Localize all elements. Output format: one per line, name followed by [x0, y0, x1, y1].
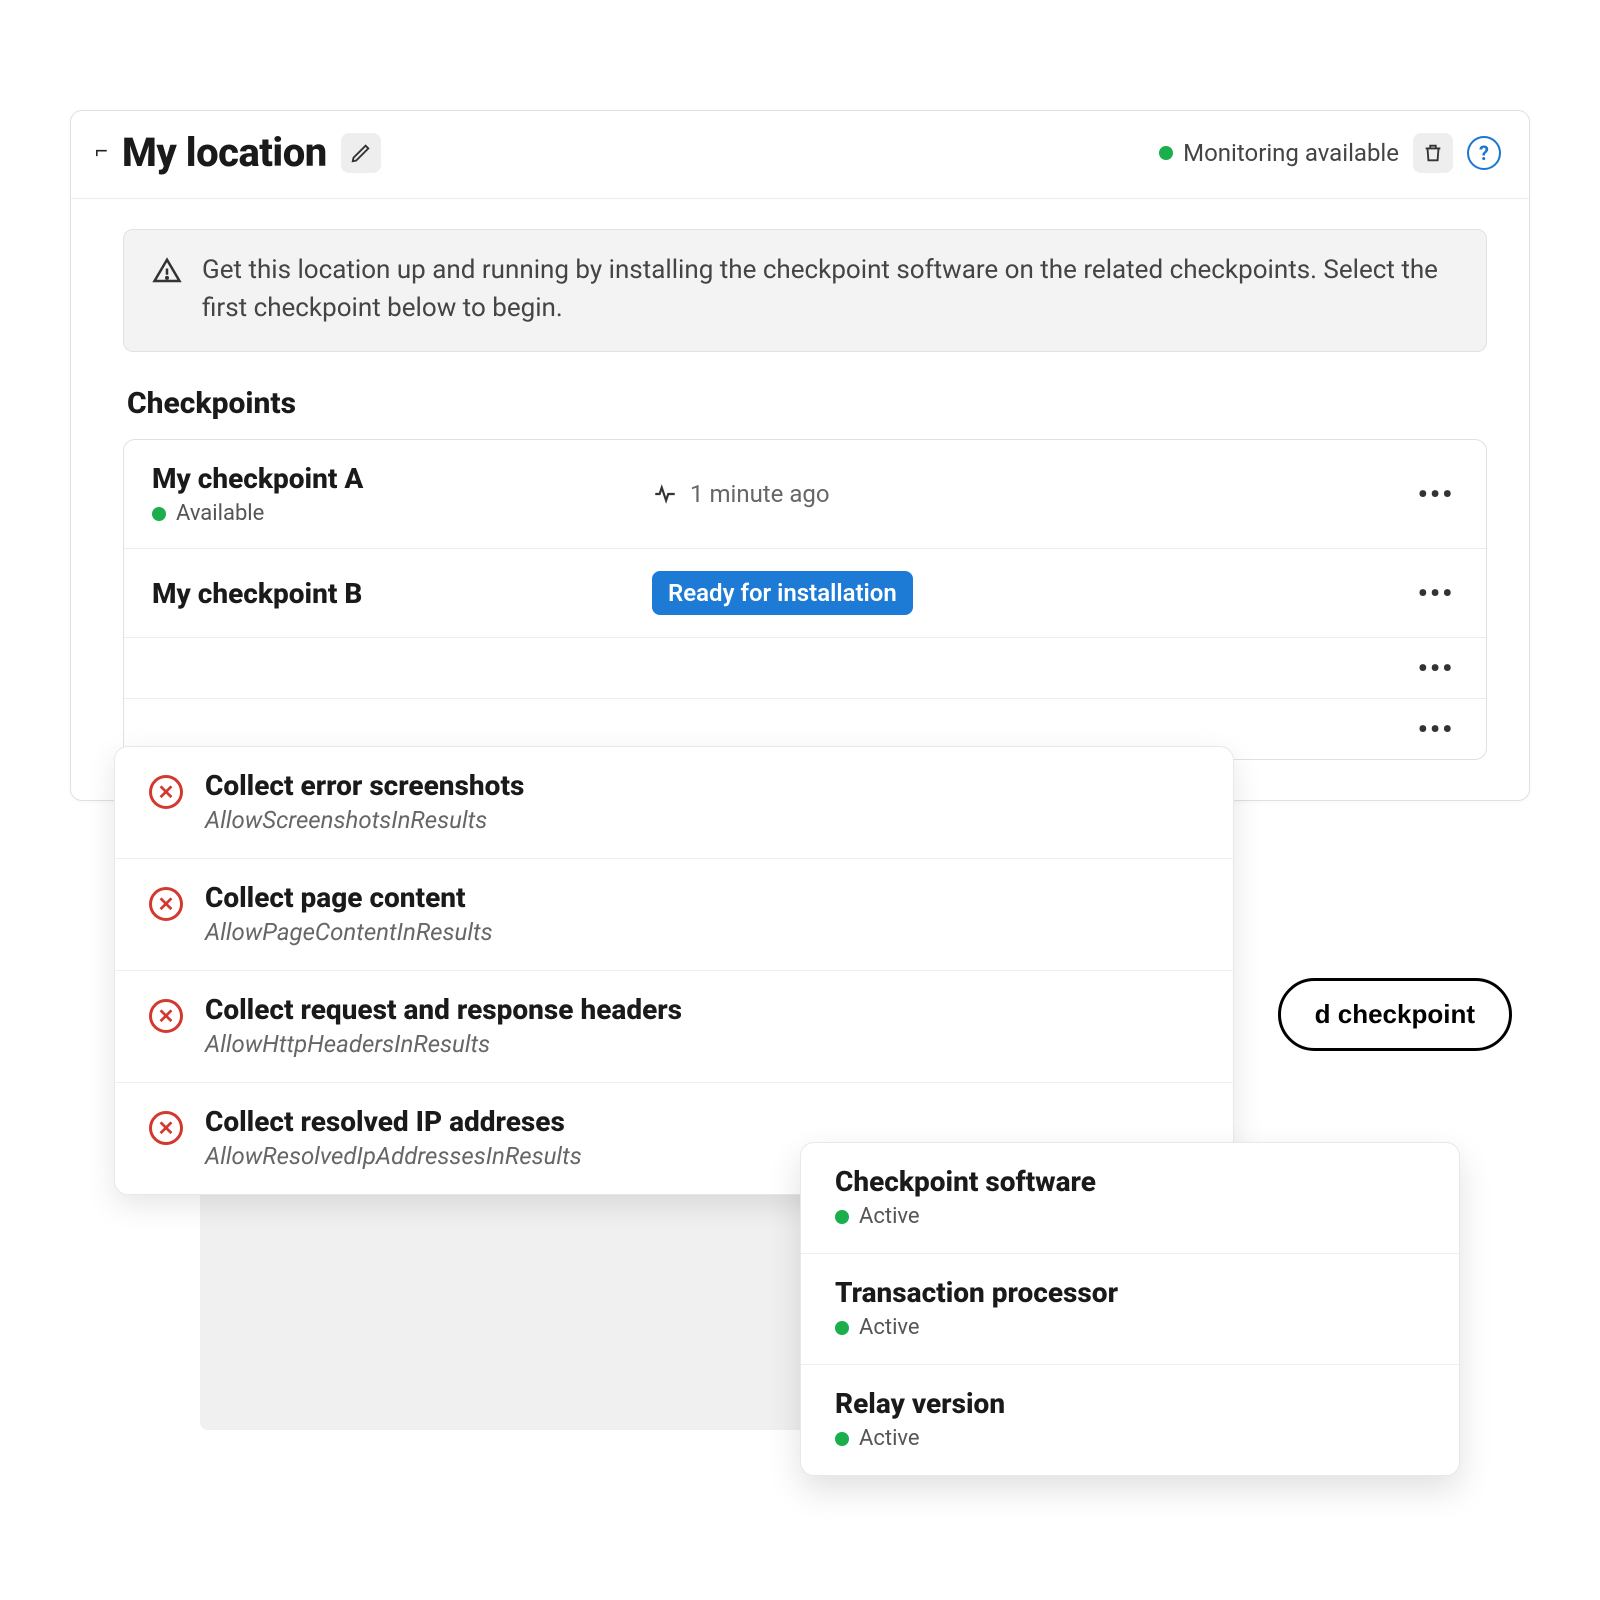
- status-dot-icon: [835, 1432, 849, 1446]
- location-card: ⌐ My location Monitoring available ?: [70, 110, 1530, 801]
- checkpoints-list: My checkpoint A Available 1 minute ago •…: [123, 439, 1487, 760]
- component-status-panel: Checkpoint software Active Transaction p…: [800, 1142, 1460, 1476]
- warning-icon: [152, 256, 182, 286]
- component-status-row: Transaction processor Active: [801, 1254, 1459, 1365]
- checkpoints-heading: Checkpoints: [127, 386, 1487, 421]
- checkpoint-name: My checkpoint A: [152, 462, 632, 495]
- collect-title: Collect error screenshots: [205, 769, 524, 802]
- checkpoint-name: My checkpoint B: [152, 577, 632, 610]
- add-checkpoint-button[interactable]: d checkpoint: [1278, 978, 1512, 1051]
- collect-key: AllowScreenshotsInResults: [205, 806, 524, 834]
- component-name: Transaction processor: [835, 1276, 1425, 1309]
- component-name: Relay version: [835, 1387, 1425, 1420]
- install-badge: Ready for installation: [652, 571, 913, 615]
- monitoring-status: Monitoring available: [1159, 139, 1399, 167]
- component-status-row: Checkpoint software Active: [801, 1143, 1459, 1254]
- row-menu-button[interactable]: •••: [1414, 650, 1458, 686]
- component-status: Active: [859, 1204, 920, 1229]
- card-header: ⌐ My location Monitoring available ?: [71, 111, 1529, 199]
- collect-setting-row[interactable]: ✕ Collect request and response headers A…: [115, 971, 1233, 1083]
- status-dot-icon: [835, 1210, 849, 1224]
- monitoring-status-label: Monitoring available: [1183, 139, 1399, 167]
- disabled-icon: ✕: [149, 999, 183, 1033]
- alert-text: Get this location up and running by inst…: [202, 252, 1458, 327]
- component-status: Active: [859, 1315, 920, 1340]
- status-dot-icon: [835, 1321, 849, 1335]
- collapse-icon[interactable]: ⌐: [95, 138, 108, 164]
- checkpoint-row[interactable]: My checkpoint A Available 1 minute ago •…: [124, 440, 1486, 549]
- component-name: Checkpoint software: [835, 1165, 1425, 1198]
- collect-key: AllowResolvedIpAddressesInResults: [205, 1142, 582, 1170]
- collect-title: Collect request and response headers: [205, 993, 682, 1026]
- collect-settings-panel: ✕ Collect error screenshots AllowScreens…: [114, 746, 1234, 1195]
- checkpoint-status: Available: [176, 501, 264, 526]
- page-title: My location: [122, 129, 327, 176]
- checkpoint-time: 1 minute ago: [690, 480, 830, 508]
- disabled-icon: ✕: [149, 887, 183, 921]
- checkpoint-row[interactable]: My checkpoint B Ready for installation •…: [124, 549, 1486, 638]
- status-dot-icon: [152, 507, 166, 521]
- row-menu-button[interactable]: •••: [1414, 575, 1458, 611]
- row-menu-button[interactable]: •••: [1414, 476, 1458, 512]
- disabled-icon: ✕: [149, 775, 183, 809]
- collect-setting-row[interactable]: ✕ Collect error screenshots AllowScreens…: [115, 747, 1233, 859]
- component-status-row: Relay version Active: [801, 1365, 1459, 1475]
- disabled-icon: ✕: [149, 1111, 183, 1145]
- collect-key: AllowHttpHeadersInResults: [205, 1030, 682, 1058]
- heartbeat-icon: [652, 481, 678, 507]
- status-dot-icon: [1159, 146, 1173, 160]
- component-status: Active: [859, 1426, 920, 1451]
- edit-button[interactable]: [341, 133, 381, 173]
- collect-title: Collect page content: [205, 881, 493, 914]
- collect-setting-row[interactable]: ✕ Collect page content AllowPageContentI…: [115, 859, 1233, 971]
- question-icon: ?: [1479, 141, 1489, 165]
- collect-key: AllowPageContentInResults: [205, 918, 493, 946]
- trash-icon: [1422, 141, 1444, 165]
- pencil-icon: [350, 142, 372, 164]
- collect-title: Collect resolved IP addreses: [205, 1105, 582, 1138]
- setup-alert: Get this location up and running by inst…: [123, 229, 1487, 352]
- checkpoint-last-seen: 1 minute ago: [652, 480, 1394, 508]
- checkpoint-row[interactable]: •••: [124, 638, 1486, 699]
- delete-button[interactable]: [1413, 133, 1453, 173]
- row-menu-button[interactable]: •••: [1414, 711, 1458, 747]
- help-button[interactable]: ?: [1467, 136, 1501, 170]
